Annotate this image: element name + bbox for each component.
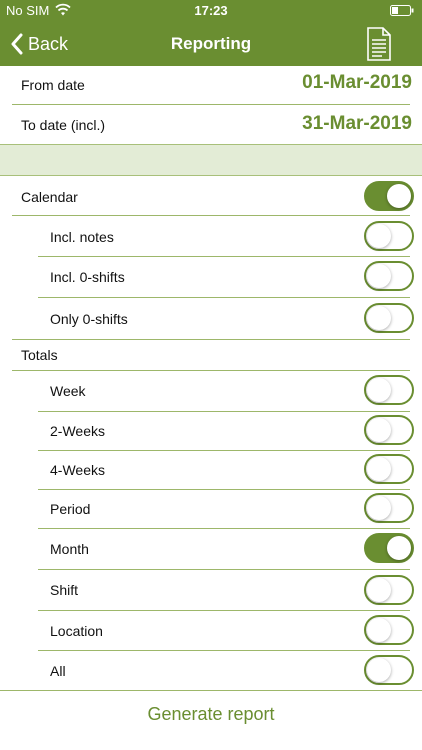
4-weeks-label: 4-Weeks — [50, 462, 105, 478]
calendar-row: Calendar — [0, 177, 422, 215]
battery-icon — [390, 5, 414, 16]
from-date-label: From date — [21, 77, 85, 93]
incl-0-shifts-row: Incl. 0-shifts — [0, 257, 422, 297]
clock: 17:23 — [194, 3, 228, 18]
document-icon[interactable] — [366, 27, 392, 61]
totals-header-row: Totals — [0, 340, 422, 370]
status-bar: No SIM 17:23 — [0, 0, 422, 22]
incl-notes-row: Incl. notes — [0, 216, 422, 256]
incl-notes-toggle[interactable] — [364, 221, 414, 251]
period-toggle[interactable] — [364, 493, 414, 523]
incl-notes-label: Incl. notes — [50, 229, 114, 245]
week-toggle[interactable] — [364, 375, 414, 405]
from-date-value[interactable]: 01-Mar-2019 — [302, 72, 412, 94]
period-row: Period — [0, 490, 422, 528]
incl-0-shifts-label: Incl. 0-shifts — [50, 269, 125, 285]
2-weeks-toggle[interactable] — [364, 415, 414, 445]
week-row: Week — [0, 371, 422, 411]
location-row: Location — [0, 611, 422, 650]
nav-bar: Back Reporting — [0, 22, 422, 66]
only-0-shifts-label: Only 0-shifts — [50, 311, 128, 327]
to-date-row[interactable]: To date (incl.) 31-Mar-2019 — [0, 105, 422, 144]
week-label: Week — [50, 383, 86, 399]
to-date-label: To date (incl.) — [21, 117, 106, 133]
totals-label: Totals — [21, 347, 58, 363]
only-0-shifts-row: Only 0-shifts — [0, 298, 422, 339]
to-date-value[interactable]: 31-Mar-2019 — [302, 113, 412, 135]
month-toggle[interactable] — [364, 533, 414, 563]
divider — [0, 690, 422, 691]
section-separator — [0, 144, 422, 176]
all-label: All — [50, 663, 66, 679]
2-weeks-row: 2-Weeks — [0, 412, 422, 450]
calendar-toggle[interactable] — [364, 181, 414, 211]
location-toggle[interactable] — [364, 615, 414, 645]
incl-0-shifts-toggle[interactable] — [364, 261, 414, 291]
2-weeks-label: 2-Weeks — [50, 423, 105, 439]
all-row: All — [0, 651, 422, 690]
period-label: Period — [50, 501, 91, 517]
4-weeks-toggle[interactable] — [364, 454, 414, 484]
from-date-row[interactable]: From date 01-Mar-2019 — [0, 66, 422, 104]
all-toggle[interactable] — [364, 655, 414, 685]
page-title: Reporting — [170, 34, 252, 53]
only-0-shifts-toggle[interactable] — [364, 303, 414, 333]
location-label: Location — [50, 623, 103, 639]
month-label: Month — [50, 541, 89, 557]
shift-row: Shift — [0, 570, 422, 610]
generate-report-button[interactable]: Generate report — [0, 704, 422, 725]
4-weeks-row: 4-Weeks — [0, 451, 422, 489]
shift-label: Shift — [50, 582, 79, 598]
shift-toggle[interactable] — [364, 575, 414, 605]
month-row: Month — [0, 529, 422, 569]
calendar-label: Calendar — [21, 189, 78, 205]
